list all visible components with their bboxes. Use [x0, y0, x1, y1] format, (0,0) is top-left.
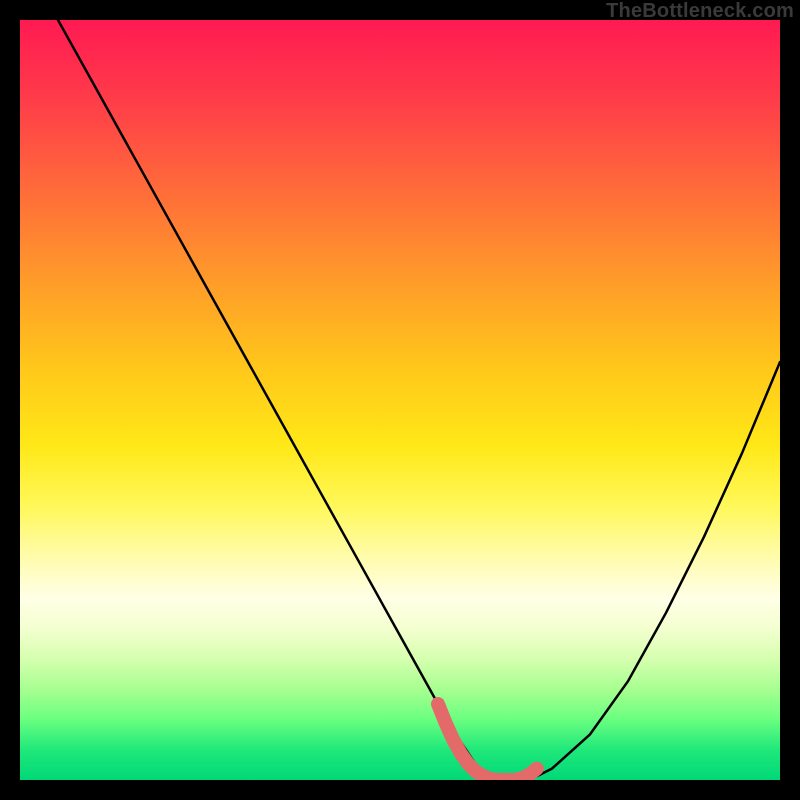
chart-frame: TheBottleneck.com — [0, 0, 800, 800]
optimal-range-marker — [438, 704, 537, 780]
curve-svg — [20, 20, 780, 780]
plot-area — [20, 20, 780, 780]
bottleneck-curve — [58, 20, 780, 780]
